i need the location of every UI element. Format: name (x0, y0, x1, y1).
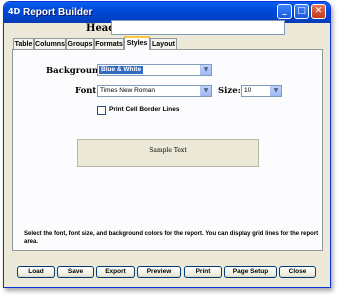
font-value: Times New Roman (100, 87, 156, 94)
font-label: Font: (75, 86, 100, 96)
sample-text-preview: Sample Text (77, 139, 259, 167)
sample-text: Sample Text (149, 147, 187, 154)
tab-columns[interactable]: Columns (34, 38, 66, 49)
app-icon: 4D (8, 7, 21, 16)
background-select[interactable]: Blue & White ▼ (97, 64, 212, 76)
close-window-button[interactable]: ✕ (311, 4, 326, 19)
preview-button[interactable]: Preview (137, 266, 181, 278)
size-select[interactable]: 10 ▼ (241, 85, 282, 97)
chevron-down-icon: ▼ (273, 87, 279, 94)
tab-groups[interactable]: Groups (66, 38, 94, 49)
tab-styles[interactable]: Styles (124, 36, 150, 50)
font-select[interactable]: Times New Roman ▼ (97, 85, 212, 97)
export-button[interactable]: Export (96, 266, 135, 278)
chevron-down-icon: ▼ (203, 66, 209, 73)
background-value: Blue & White (99, 66, 144, 74)
header-text-input[interactable] (111, 20, 285, 35)
page-setup-button[interactable]: Page Setup (224, 266, 277, 278)
print-border-label[interactable]: Print Cell Border Lines (109, 105, 179, 115)
close-icon: ✕ (314, 6, 323, 16)
save-button[interactable]: Save (57, 266, 94, 278)
tab-table[interactable]: Table (13, 38, 34, 49)
chevron-down-icon: ▼ (203, 87, 209, 94)
maximize-button[interactable]: □ (294, 4, 309, 19)
size-dropdown-button[interactable]: ▼ (270, 86, 281, 96)
print-button[interactable]: Print (184, 266, 222, 278)
tab-layout[interactable]: Layout (150, 38, 177, 49)
maximize-icon: □ (297, 6, 306, 16)
minimize-icon: _ (282, 6, 287, 16)
window-title: Report Builder (23, 7, 93, 18)
close-button[interactable]: Close (279, 266, 316, 278)
help-text: Select the font, font size, and backgrou… (24, 231, 319, 245)
tab-formats[interactable]: Formats (94, 38, 124, 49)
print-border-checkbox[interactable] (97, 106, 106, 115)
minimize-button[interactable]: _ (277, 4, 292, 19)
size-value: 10 (244, 87, 252, 94)
background-dropdown-button[interactable]: ▼ (200, 65, 211, 75)
load-button[interactable]: Load (17, 266, 55, 278)
font-dropdown-button[interactable]: ▼ (200, 86, 211, 96)
report-builder-window: 4D Report Builder _ □ ✕ Header Text: Tab… (3, 1, 331, 288)
size-label: Size: (218, 86, 241, 96)
